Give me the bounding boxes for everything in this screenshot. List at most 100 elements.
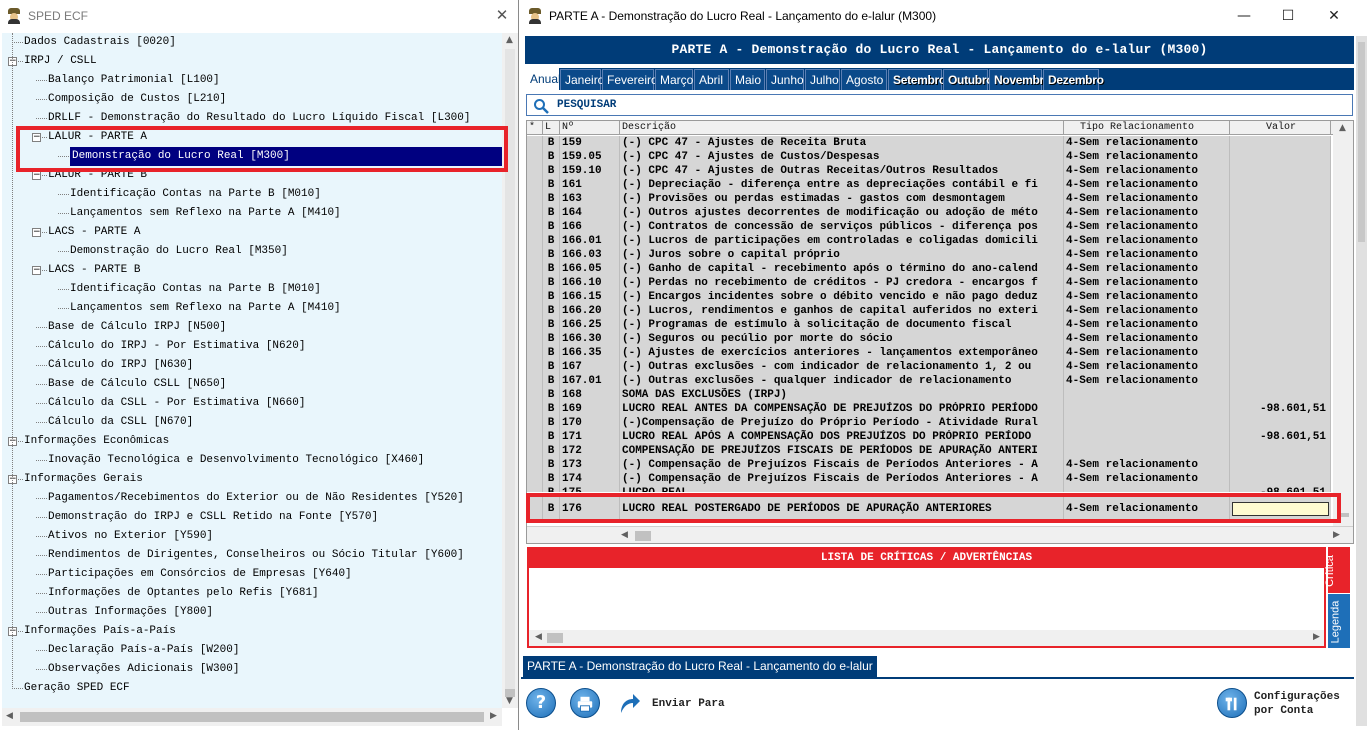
grid-horizontal-scrollbar[interactable]: ◀ ▶	[527, 526, 1353, 543]
tree-item[interactable]: Dados Cadastrais [0020]	[24, 33, 176, 52]
tab-dezembro[interactable]: Dezembro	[1043, 69, 1104, 90]
table-row[interactable]: B 163 (-) Provisões ou perdas estimadas - …	[527, 192, 1331, 206]
close-icon[interactable]: ✕	[494, 7, 510, 23]
table-row[interactable]: B 173 (-) Compensação de Prejuízos Fiscais…	[527, 458, 1331, 472]
tree-item[interactable]: Informações País-a-País	[24, 622, 176, 641]
minimize-icon[interactable]: —	[1234, 6, 1254, 26]
tree-item[interactable]: Composição de Custos [L210]	[48, 90, 226, 109]
table-row[interactable]: B 166.30 (-) Seguros ou pecúlio por morte …	[527, 332, 1331, 346]
column-header[interactable]: Descrição	[620, 121, 1064, 135]
tree-item[interactable]: DRLLF - Demonstração do Resultado do Luc…	[48, 109, 470, 128]
cell-valor[interactable]	[1230, 360, 1331, 374]
tree-item[interactable]: Demonstração do Lucro Real [M300]	[70, 147, 502, 166]
tree-item[interactable]: LACS - PARTE A	[48, 223, 140, 242]
tab-fevereiro[interactable]: Fevereiro	[602, 69, 658, 90]
table-row[interactable]: B 168 SOMA DAS EXCLUSÕES (IRPJ)	[527, 388, 1331, 402]
critics-horizontal-scrollbar[interactable]: ◀ ▶	[529, 630, 1324, 646]
send-arrow-icon[interactable]	[617, 691, 641, 715]
cell-valor[interactable]	[1230, 416, 1331, 430]
tree-item[interactable]: Ativos no Exterior [Y590]	[48, 527, 213, 546]
valor-input[interactable]	[1232, 502, 1329, 516]
cell-valor[interactable]	[1230, 304, 1331, 318]
cell-valor[interactable]: -98.601,51	[1230, 486, 1331, 492]
tree-item[interactable]: Informações de Optantes pelo Refis [Y681…	[48, 584, 319, 603]
tree-item[interactable]: Base de Cálculo CSLL [N650]	[48, 375, 226, 394]
cell-valor[interactable]	[1230, 220, 1331, 234]
settings-label-2[interactable]: por Conta	[1254, 705, 1313, 717]
tab-agosto[interactable]: Agosto	[841, 69, 887, 90]
table-row[interactable]: B 169 LUCRO REAL ANTES DA COMPENSAÇÃO DE P…	[527, 402, 1331, 416]
tab-janeiro[interactable]: Janeiro	[560, 69, 604, 90]
table-row[interactable]: B 167.01 (-) Outras exclusões - qualquer i…	[527, 374, 1331, 388]
tree-item[interactable]: Geração SPED ECF	[24, 679, 130, 698]
cell-valor[interactable]	[1230, 276, 1331, 290]
maximize-icon[interactable]: ☐	[1278, 6, 1298, 26]
table-row[interactable]: B 166.15 (-) Encargos incidentes sobre o d…	[527, 290, 1331, 304]
table-row[interactable]: B 167 (-) Outras exclusões - com indicador…	[527, 360, 1331, 374]
cell-valor[interactable]: -98.601,51	[1230, 402, 1331, 416]
cell-valor[interactable]	[1230, 472, 1331, 486]
tree-item[interactable]: Declaração País-a-País [W200]	[48, 641, 239, 660]
search-bar[interactable]: PESQUISAR	[526, 94, 1353, 116]
cell-valor[interactable]	[1230, 332, 1331, 346]
cell-valor[interactable]	[1230, 346, 1331, 360]
tree-item[interactable]: LALUR - PARTE A	[48, 128, 147, 147]
tab-setembro[interactable]: Setembro	[888, 69, 946, 90]
table-row[interactable]: B 174 (-) Compensação de Prejuízos Fiscais…	[527, 472, 1331, 486]
column-header[interactable]: Valor	[1230, 121, 1331, 135]
cell-valor[interactable]: -98.601,51	[1230, 430, 1331, 444]
tree-item[interactable]: Balanço Patrimonial [L100]	[48, 71, 220, 90]
table-row[interactable]: B 166.25 (-) Programas de estímulo à solic…	[527, 318, 1331, 332]
side-tab-legenda[interactable]: Legenda	[1328, 594, 1350, 648]
table-row[interactable]: B 164 (-) Outros ajustes decorrentes de mo…	[527, 206, 1331, 220]
collapse-toggle-icon[interactable]: −	[32, 133, 41, 142]
cell-valor[interactable]	[1230, 248, 1331, 262]
column-header[interactable]: Tipo Relacionamento	[1064, 121, 1230, 135]
tree-item[interactable]: Demonstração do IRPJ e CSLL Retido na Fo…	[48, 508, 378, 527]
close-icon[interactable]: ✕	[1324, 6, 1344, 26]
table-row[interactable]: B 166.03 (-) Juros sobre o capital próprio…	[527, 248, 1331, 262]
tree-item[interactable]: Inovação Tecnológica e Desenvolvimento T…	[48, 451, 424, 470]
table-row[interactable]: B 166 (-) Contratos de concessão de serviç…	[527, 220, 1331, 234]
tab-maio[interactable]: Maio	[730, 69, 765, 90]
cell-valor[interactable]	[1230, 374, 1331, 388]
tree-item[interactable]: LACS - PARTE B	[48, 261, 140, 280]
tab-abril[interactable]: Abril	[694, 69, 729, 90]
tree-item[interactable]: Cálculo do IRPJ [N630]	[48, 356, 193, 375]
grid-vertical-scrollbar[interactable]: ▲	[1333, 121, 1353, 527]
status-tab[interactable]: PARTE A - Demonstração do Lucro Real - L…	[523, 656, 877, 677]
tab-julho[interactable]: Julho	[805, 69, 840, 90]
cell-valor[interactable]	[1230, 192, 1331, 206]
print-button[interactable]	[570, 688, 600, 718]
settings-label-1[interactable]: Configurações	[1254, 691, 1340, 703]
send-to-label[interactable]: Enviar Para	[652, 698, 725, 710]
tree-item[interactable]: IRPJ / CSLL	[24, 52, 97, 71]
table-row[interactable]: B 159.05 (-) CPC 47 - Ajustes de Custos/De…	[527, 150, 1331, 164]
cell-valor[interactable]	[1230, 234, 1331, 248]
cell-valor[interactable]	[1230, 318, 1331, 332]
table-row[interactable]: B 171 LUCRO REAL APÓS A COMPENSAÇÃO DOS PR…	[527, 430, 1331, 444]
collapse-toggle-icon[interactable]: −	[32, 228, 41, 237]
column-header[interactable]: *	[527, 121, 543, 135]
table-row[interactable]: B 159 (-) CPC 47 - Ajustes de Receita Brut…	[527, 136, 1331, 150]
table-row[interactable]: B 159.10 (-) CPC 47 - Ajustes de Outras Re…	[527, 164, 1331, 178]
cell-valor[interactable]	[1230, 444, 1331, 458]
side-tab-critica[interactable]: Crítica	[1324, 547, 1350, 593]
tree-item[interactable]: Identificação Contas na Parte B [M010]	[70, 280, 321, 299]
cell-valor[interactable]	[1230, 164, 1331, 178]
tree-item[interactable]: Participações em Consórcios de Empresas …	[48, 565, 352, 584]
collapse-toggle-icon[interactable]: −	[32, 266, 41, 275]
tree-item[interactable]: Lançamentos sem Reflexo na Parte A [M410…	[70, 299, 341, 318]
tree-item[interactable]: Cálculo da CSLL [N670]	[48, 413, 193, 432]
cell-valor[interactable]	[1230, 136, 1331, 150]
tree-item[interactable]: Observações Adicionais [W300]	[48, 660, 239, 679]
search-icon[interactable]	[533, 98, 549, 114]
cell-valor[interactable]	[1230, 290, 1331, 304]
table-row[interactable]: B 166.01 (-) Lucros de participações em co…	[527, 234, 1331, 248]
cell-valor[interactable]	[1230, 150, 1331, 164]
tree-item[interactable]: Identificação Contas na Parte B [M010]	[70, 185, 321, 204]
tree-item[interactable]: Informações Econômicas	[24, 432, 169, 451]
cell-valor[interactable]	[1230, 178, 1331, 192]
tree-item[interactable]: Outras Informações [Y800]	[48, 603, 213, 622]
column-header[interactable]: L	[543, 121, 560, 135]
